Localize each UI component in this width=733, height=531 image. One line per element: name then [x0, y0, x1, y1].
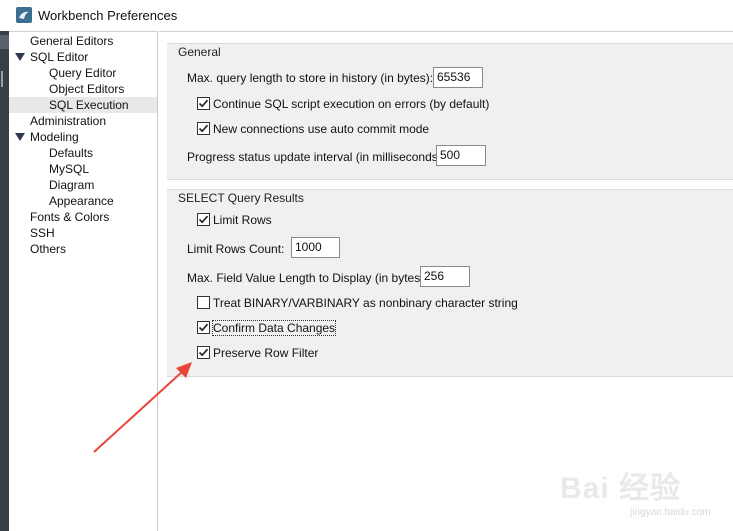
checkmark-icon [198, 124, 209, 133]
background-window-edge [0, 31, 9, 531]
limit-rows-label[interactable]: Limit Rows [213, 213, 272, 227]
tree-item-label: General Editors [30, 34, 114, 48]
tree-item-label: Query Editor [49, 66, 117, 80]
confirm-data-changes-label[interactable]: Confirm Data Changes [211, 320, 337, 336]
tree-item-others[interactable]: Others [9, 241, 157, 257]
checkmark-icon [198, 215, 209, 224]
limit-rows-count-label: Limit Rows Count: [187, 242, 285, 256]
tree-item-defaults[interactable]: Defaults [9, 145, 157, 161]
tree-item-label: Appearance [49, 194, 114, 208]
progress-interval-label: Progress status update interval (in mill… [187, 150, 446, 164]
preferences-tree[interactable]: General Editors SQL Editor Query Editor … [9, 31, 158, 531]
tree-item-appearance[interactable]: Appearance [9, 193, 157, 209]
tree-item-sql-editor[interactable]: SQL Editor [9, 49, 157, 65]
tree-item-label: Fonts & Colors [30, 210, 110, 224]
auto-commit-label[interactable]: New connections use auto commit mode [213, 122, 429, 136]
tree-item-label: SQL Editor [30, 50, 89, 64]
auto-commit-checkbox[interactable] [197, 122, 210, 135]
tree-item-modeling[interactable]: Modeling [9, 129, 157, 145]
max-field-length-input[interactable]: 256 [420, 266, 470, 287]
expand-arrow-icon[interactable] [15, 133, 25, 141]
treat-binary-checkbox[interactable] [197, 296, 210, 309]
tree-item-label: Object Editors [49, 82, 125, 96]
tree-item-mysql[interactable]: MySQL [9, 161, 157, 177]
limit-rows-count-input[interactable]: 1000 [291, 237, 340, 258]
continue-on-errors-label[interactable]: Continue SQL script execution on errors … [213, 97, 489, 111]
checkmark-icon [198, 348, 209, 357]
window-title: Workbench Preferences [38, 8, 178, 23]
tree-item-object-editors[interactable]: Object Editors [9, 81, 157, 97]
tree-item-fonts-colors[interactable]: Fonts & Colors [9, 209, 157, 225]
tree-item-ssh[interactable]: SSH [9, 225, 157, 241]
watermark-text: Bai 经验 [560, 472, 682, 505]
tree-item-administration[interactable]: Administration [9, 113, 157, 129]
tree-item-sql-execution[interactable]: SQL Execution [9, 97, 157, 113]
tree-item-label: Diagram [49, 178, 95, 192]
watermark-url: jingyan.baidu.com [630, 507, 711, 518]
max-query-length-label: Max. query length to store in history (i… [187, 71, 434, 85]
confirm-data-changes-checkbox[interactable] [197, 321, 210, 334]
title-bar: Workbench Preferences [0, 0, 733, 32]
limit-rows-checkbox[interactable] [197, 213, 210, 226]
max-query-length-input[interactable]: 65536 [433, 67, 483, 88]
tree-item-label: SQL Execution [49, 98, 129, 112]
tree-item-label: Administration [30, 114, 107, 128]
continue-on-errors-checkbox[interactable] [197, 97, 210, 110]
checkmark-icon [198, 323, 209, 332]
preserve-row-filter-label[interactable]: Preserve Row Filter [213, 346, 318, 360]
tree-item-label: SSH [30, 226, 55, 240]
max-field-length-label: Max. Field Value Length to Display (in b… [187, 271, 428, 285]
preserve-row-filter-checkbox[interactable] [197, 346, 210, 359]
checkmark-icon [198, 99, 209, 108]
select-query-results-group: SELECT Query Results Limit Rows Limit Ro… [167, 189, 733, 377]
group-title: General [178, 45, 221, 59]
tree-item-general-editors[interactable]: General Editors [9, 33, 157, 49]
tree-item-label: MySQL [49, 162, 90, 176]
tree-item-diagram[interactable]: Diagram [9, 177, 157, 193]
tree-item-label: Others [30, 242, 67, 256]
group-title: SELECT Query Results [178, 191, 304, 205]
tree-item-label: Defaults [49, 146, 94, 160]
expand-arrow-icon[interactable] [15, 53, 25, 61]
tree-item-label: Modeling [30, 130, 79, 144]
mysql-workbench-icon [16, 7, 32, 23]
general-group: General Max. query length to store in hi… [167, 43, 733, 180]
treat-binary-label[interactable]: Treat BINARY/VARBINARY as nonbinary char… [213, 296, 518, 310]
tree-item-query-editor[interactable]: Query Editor [9, 65, 157, 81]
baidu-watermark: Bai 经验 jingyan.baidu.com [560, 455, 725, 525]
progress-interval-input[interactable]: 500 [436, 145, 486, 166]
